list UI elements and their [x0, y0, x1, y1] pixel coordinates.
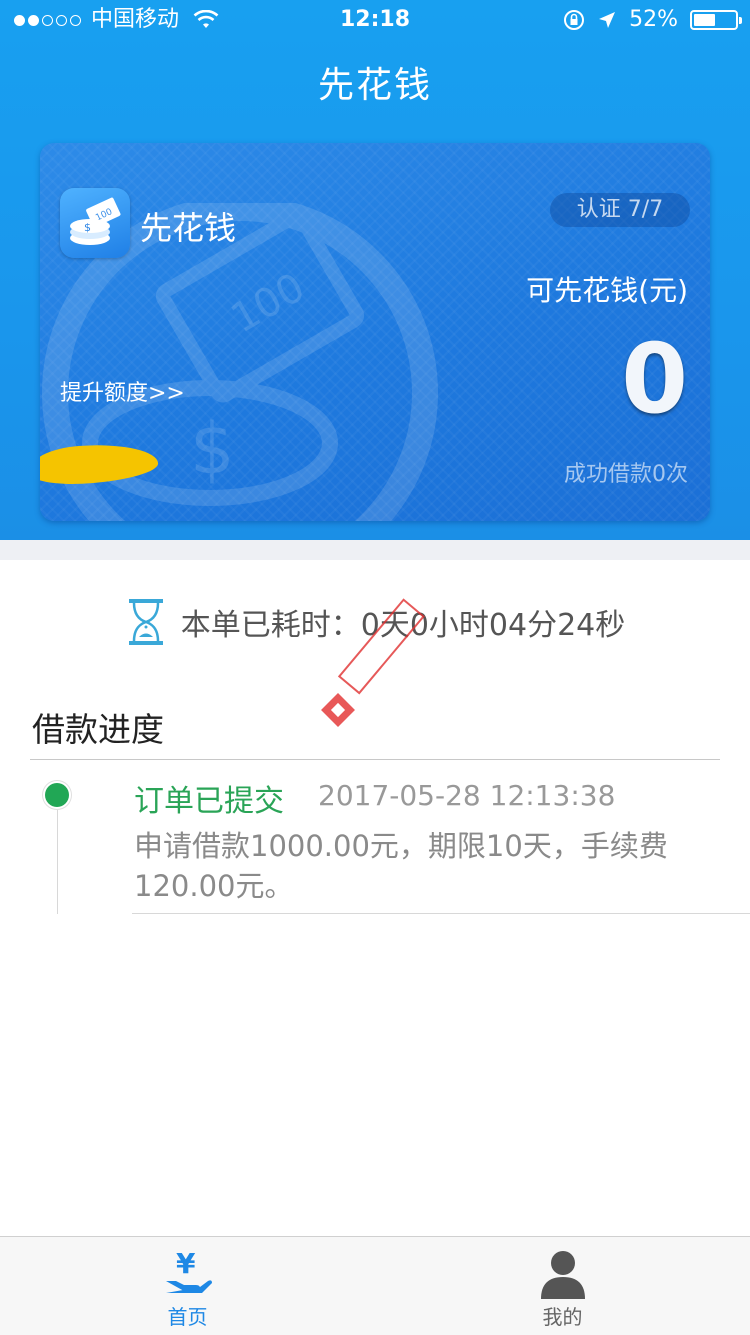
- timeline-line: [57, 796, 58, 914]
- battery-fill: [694, 14, 715, 26]
- auth-status-badge[interactable]: 认证 7/7: [550, 193, 690, 227]
- rotation-lock-icon: [564, 10, 585, 30]
- person-icon: [541, 1251, 585, 1299]
- status-bar: 中国移动 12:18 52%: [0, 0, 750, 40]
- svg-text:¥: ¥: [176, 1247, 196, 1280]
- yen-hand-icon: ¥: [166, 1247, 212, 1293]
- section-divider: [0, 540, 750, 560]
- progress-section-title: 借款进度: [32, 710, 164, 749]
- available-amount-label: 可先花钱(元): [526, 274, 688, 307]
- timeline-description: 申请借款1000.00元，期限10天，手续费120.00元。: [134, 829, 668, 903]
- elapsed-timer: 本单已耗时：0天0小时04分24秒: [0, 596, 750, 652]
- svg-text:$: $: [84, 221, 91, 234]
- location-arrow-icon: [599, 12, 616, 28]
- page-title: 先花钱: [317, 65, 432, 106]
- timeline-divider: [132, 913, 750, 914]
- available-amount-value: 0: [621, 323, 688, 435]
- status-right: 52%: [563, 0, 742, 40]
- credit-card: 100 $ 100 $ 先花钱 认证 7/7 可先花钱(元) 0 提升额度>> …: [40, 143, 710, 521]
- timeline-status: 订单已提交: [134, 784, 284, 819]
- battery-icon: [690, 10, 742, 30]
- success-loan-count: 成功借款0次: [564, 462, 688, 487]
- tab-mine[interactable]: 我的: [375, 1237, 750, 1335]
- tab-bar: ¥ 首页 我的: [0, 1236, 750, 1335]
- progress-title-divider: [30, 759, 720, 760]
- hourglass-icon: [128, 599, 163, 645]
- timeline-time: 2017-05-28 12:13:38: [318, 779, 616, 812]
- timeline-dot-icon: [45, 783, 69, 807]
- app-logo-icon: 100 $: [60, 188, 130, 258]
- tab-home-label: 首页: [167, 1305, 208, 1329]
- tab-home[interactable]: ¥ 首页: [0, 1237, 375, 1335]
- card-app-name: 先花钱: [140, 209, 237, 247]
- battery-percent: 52%: [629, 7, 678, 32]
- raise-limit-link[interactable]: 提升额度>>: [60, 375, 185, 407]
- elapsed-time-text: 本单已耗时：0天0小时04分24秒: [180, 608, 626, 643]
- svg-text:100: 100: [224, 264, 313, 342]
- svg-text:$: $: [190, 408, 235, 490]
- tab-mine-label: 我的: [542, 1305, 583, 1329]
- header-area: 中国移动 12:18 52% 先花钱 100 $ 100 $ 先花钱 认证 7/…: [0, 0, 750, 540]
